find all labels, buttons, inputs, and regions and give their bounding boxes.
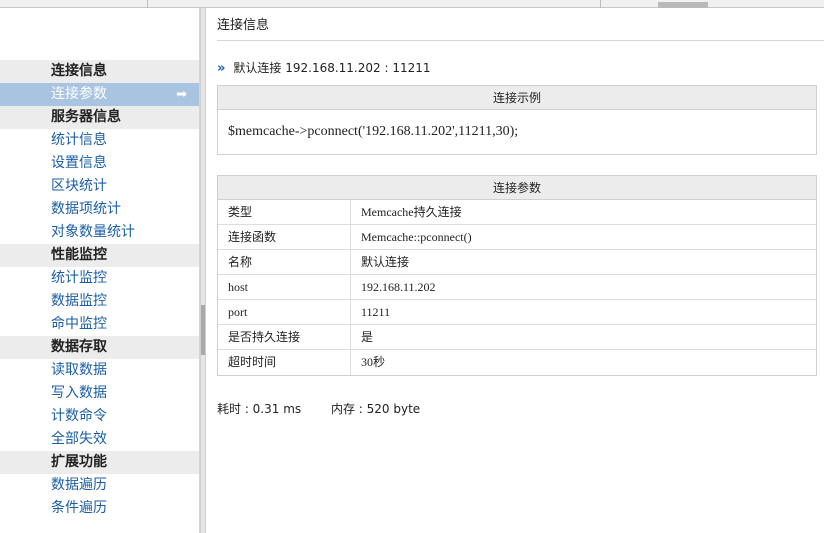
sidebar-item[interactable]: 数据监控: [0, 290, 199, 313]
connection-summary: » 默认连接 192.168.11.202 : 11211: [217, 59, 824, 77]
sidebar-item[interactable]: 连接参数 ➡: [0, 83, 199, 106]
param-key: 超时时间: [218, 350, 351, 375]
param-key: 是否持久连接: [218, 325, 351, 349]
sidebar-item[interactable]: 区块统计: [0, 175, 199, 198]
vertical-scrollbar-thumb[interactable]: [201, 305, 205, 355]
table-row: 是否持久连接是: [218, 325, 816, 350]
param-value: 192.168.11.202: [361, 280, 436, 294]
param-key: 类型: [218, 200, 351, 224]
arrow-right-icon: ➡: [176, 87, 187, 102]
sidebar-item-label: 对象数量统计: [51, 224, 135, 240]
sidebar-item-label: 写入数据: [51, 385, 107, 401]
sidebar-item-label: 数据遍历: [51, 477, 107, 493]
sidebar-item-label: 设置信息: [51, 155, 107, 171]
double-chevron-icon: »: [217, 61, 226, 76]
connection-summary-text: 默认连接 192.168.11.202 : 11211: [233, 61, 431, 75]
sidebar-item-label: 统计信息: [51, 132, 107, 148]
sidebar-item[interactable]: 读取数据: [0, 359, 199, 382]
param-value: 默认连接: [361, 255, 410, 269]
sidebar-menu: 连接信息连接参数 ➡ 服务器信息统计信息设置信息区块统计数据项统计对象数量统计性能监…: [0, 60, 199, 520]
example-code: $memcache->pconnect('192.168.11.202',112…: [228, 124, 519, 139]
sidebar-item-label: 计数命令: [51, 408, 107, 424]
params-panel: 连接参数 类型 Memcache持久连接 连接函数 Memcache::pconnec…: [217, 175, 817, 376]
sidebar-item-label: 连接参数: [51, 86, 107, 102]
table-row: 类型 Memcache持久连接: [218, 200, 816, 225]
param-key: 连接函数: [218, 225, 351, 249]
param-value: 30秒: [361, 355, 386, 369]
example-panel: 连接示例 $memcache->pconnect('192.168.11.202…: [217, 85, 817, 155]
sidebar-item-label: 条件遍历: [51, 500, 107, 516]
param-key: 名称: [218, 250, 351, 274]
table-row: port 11211: [218, 300, 816, 325]
param-value: Memcache持久连接: [361, 205, 462, 219]
memory-usage: 内存 : 520 byte: [330, 402, 421, 416]
sidebar-item[interactable]: 数据遍历: [0, 474, 199, 497]
sidebar-item[interactable]: 条件遍历: [0, 497, 199, 520]
params-panel-header: 连接参数: [218, 176, 816, 200]
elapsed-time: 耗时 : 0.31 ms: [217, 402, 302, 416]
sidebar-section-title: 数据存取: [0, 336, 199, 359]
sidebar-item[interactable]: 统计信息: [0, 129, 199, 152]
top-frame-strip: [0, 0, 824, 8]
table-row: 连接函数 Memcache::pconnect(): [218, 225, 816, 250]
sidebar-item[interactable]: 对象数量统计: [0, 221, 199, 244]
sidebar-item[interactable]: 统计监控: [0, 267, 199, 290]
sidebar-section-title: 连接信息: [0, 60, 199, 83]
frame-divider: [147, 0, 148, 8]
params-table: 类型 Memcache持久连接 连接函数 Memcache::pconnect()名称…: [218, 200, 816, 375]
example-panel-header: 连接示例: [218, 86, 816, 110]
param-value: 是: [361, 330, 374, 344]
frame-divider: [600, 0, 601, 8]
sidebar-item[interactable]: 设置信息: [0, 152, 199, 175]
page-title: 连接信息: [217, 8, 824, 41]
sidebar-section-title: 服务器信息: [0, 106, 199, 129]
table-row: 超时时间 30秒: [218, 350, 816, 375]
param-value: 11211: [361, 305, 391, 319]
table-row: host 192.168.11.202: [218, 275, 816, 300]
sidebar: 连接信息连接参数 ➡ 服务器信息统计信息设置信息区块统计数据项统计对象数量统计性能监…: [0, 8, 200, 533]
sidebar-item-label: 统计监控: [51, 270, 107, 286]
sidebar-item[interactable]: 计数命令: [0, 405, 199, 428]
sidebar-item[interactable]: 写入数据: [0, 382, 199, 405]
sidebar-item[interactable]: 全部失效: [0, 428, 199, 451]
sidebar-item-label: 数据监控: [51, 293, 107, 309]
table-row: 名称 默认连接: [218, 250, 816, 275]
main-content: 连接信息 » 默认连接 192.168.11.202 : 11211 连接示例 $…: [206, 8, 824, 533]
sidebar-item-label: 读取数据: [51, 362, 107, 378]
sidebar-item-label: 区块统计: [51, 178, 107, 194]
param-key: port: [218, 300, 351, 324]
sidebar-item[interactable]: 数据项统计: [0, 198, 199, 221]
sidebar-item-label: 数据项统计: [51, 201, 121, 217]
sidebar-item[interactable]: 命中监控: [0, 313, 199, 336]
param-value: Memcache::pconnect(): [361, 230, 472, 244]
sidebar-item-label: 全部失效: [51, 431, 107, 447]
stats-footer: 耗时 : 0.31 ms 内存 : 520 byte: [217, 400, 824, 417]
param-key: host: [218, 275, 351, 299]
sidebar-section-title: 性能监控: [0, 244, 199, 267]
sidebar-item-label: 命中监控: [51, 316, 107, 332]
sidebar-section-title: 扩展功能: [0, 451, 199, 474]
